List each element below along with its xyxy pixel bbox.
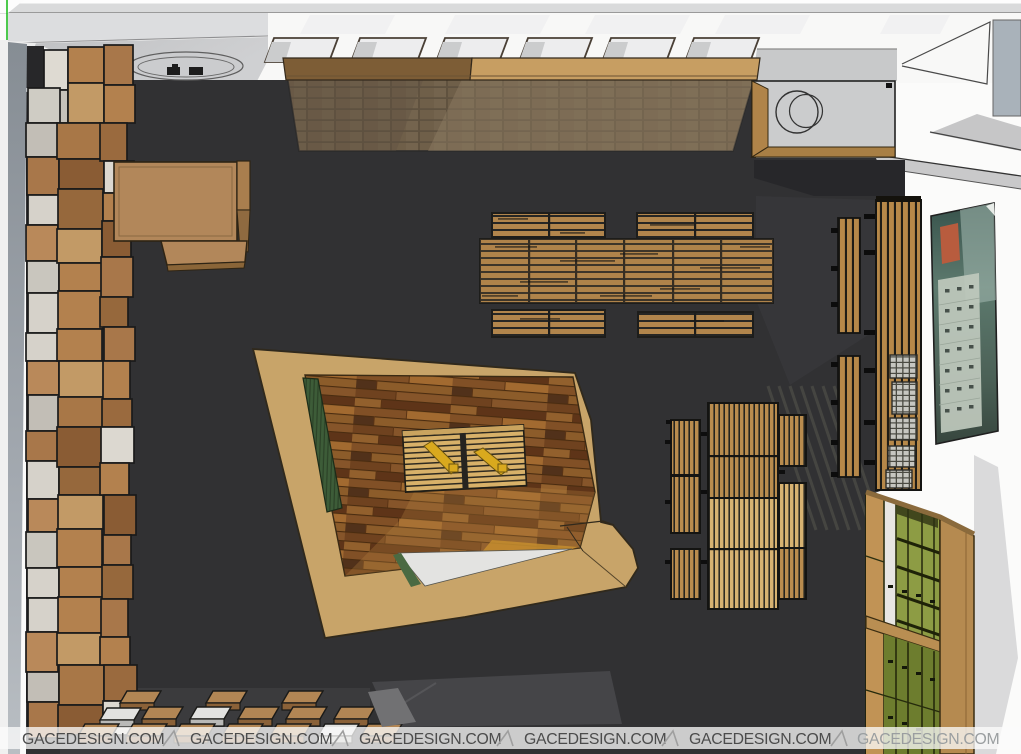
svg-text:GACEDESIGN.COM: GACEDESIGN.COM	[689, 731, 831, 748]
svg-text:GACEDESIGN.COM: GACEDESIGN.COM	[359, 731, 501, 748]
svg-text:GACEDESIGN.COM: GACEDESIGN.COM	[857, 731, 999, 748]
svg-text:GACEDESIGN.COM: GACEDESIGN.COM	[22, 731, 164, 748]
svg-text:GACEDESIGN.COM: GACEDESIGN.COM	[190, 731, 332, 748]
svg-text:GACEDESIGN.COM: GACEDESIGN.COM	[524, 731, 666, 748]
